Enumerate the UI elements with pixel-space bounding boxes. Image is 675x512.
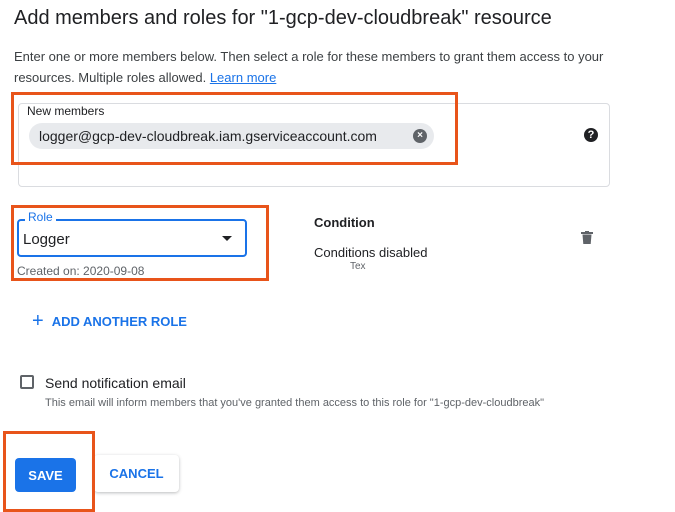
send-notification-checkbox[interactable]: [20, 375, 34, 389]
save-highlight-box: [3, 431, 95, 512]
condition-tooltip: Tex: [350, 261, 366, 272]
description: Enter one or more members below. Then se…: [14, 46, 654, 88]
role-highlight-box: [11, 205, 269, 281]
members-highlight-box: [11, 92, 458, 165]
description-text: Enter one or more members below. Then se…: [14, 49, 604, 85]
add-another-role-label: ADD ANOTHER ROLE: [51, 314, 187, 329]
condition-title: Condition: [314, 215, 375, 230]
learn-more-link[interactable]: Learn more: [210, 70, 276, 85]
cancel-button[interactable]: CANCEL: [94, 455, 179, 492]
delete-role-icon[interactable]: [581, 231, 593, 244]
send-notification-label: Send notification email: [45, 375, 186, 391]
add-another-role-button[interactable]: + ADD ANOTHER ROLE: [32, 310, 187, 332]
condition-status: Conditions disabled: [314, 245, 428, 260]
send-notification-subtext: This email will inform members that you'…: [45, 397, 545, 409]
help-icon[interactable]: ?: [584, 128, 598, 142]
page-title: Add members and roles for "1-gcp-dev-clo…: [14, 7, 552, 29]
plus-icon: +: [32, 310, 44, 332]
